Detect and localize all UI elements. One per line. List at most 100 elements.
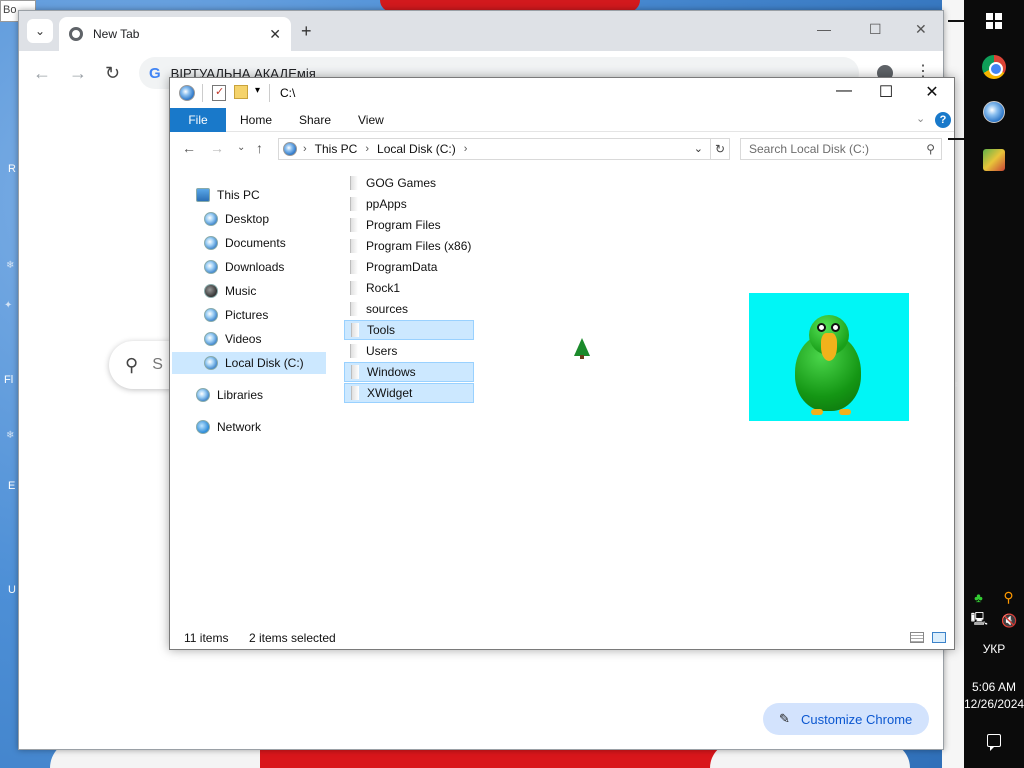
list-item[interactable]: GOG Games	[344, 173, 474, 193]
address-row: ← → ⌄ ↑ › This PC › Local Disk (C:) › ⌄ …	[170, 132, 954, 166]
breadcrumb-this-pc[interactable]: This PC	[315, 142, 358, 156]
volume-muted-icon[interactable]: 🔇	[1001, 613, 1017, 629]
start-button[interactable]	[964, 8, 1024, 34]
drive-icon	[204, 356, 218, 370]
clock-date[interactable]: 12/26/2024	[964, 697, 1024, 711]
item-count: 11 items	[184, 631, 229, 645]
breadcrumb-local-disk[interactable]: Local Disk (C:)	[377, 142, 456, 156]
file-name: GOG Games	[366, 176, 437, 190]
recent-locations-icon[interactable]: ⌄	[237, 142, 245, 153]
nav-label: Pictures	[225, 308, 269, 322]
nav-item-this-pc[interactable]: This PC	[196, 184, 326, 206]
explorer-title-bar[interactable]: ▾ C:\ — ☐ ✕	[170, 78, 954, 108]
nav-label: Music	[225, 284, 257, 298]
tab-view[interactable]: View	[358, 113, 384, 127]
forward-button[interactable]: →	[69, 63, 87, 84]
nav-item-music[interactable]: Music	[204, 280, 326, 302]
file-explorer-window[interactable]: ▾ C:\ — ☐ ✕ File Home Share View ⌄ ? ← →…	[169, 77, 955, 650]
notifications-button[interactable]	[964, 730, 1024, 751]
computer-icon	[283, 142, 297, 156]
list-item[interactable]: Users	[344, 341, 474, 361]
folder-icon	[350, 344, 358, 358]
nav-item-local-disk[interactable]: Local Disk (C:)	[172, 352, 326, 374]
notification-icon	[987, 733, 1001, 751]
file-name: ppApps	[366, 197, 407, 211]
list-item[interactable]: ppApps	[344, 194, 474, 214]
pictures-icon	[204, 308, 218, 322]
libraries-icon	[196, 388, 210, 402]
tab-file[interactable]: File	[170, 108, 226, 132]
taskbar-chrome[interactable]	[964, 52, 1024, 82]
refresh-button[interactable]: ↻	[710, 138, 730, 160]
new-folder-icon[interactable]	[234, 85, 248, 99]
list-item[interactable]: Program Files (x86)	[344, 236, 474, 256]
nav-item-videos[interactable]: Videos	[204, 328, 326, 350]
list-item[interactable]: Windows	[344, 362, 474, 382]
back-button[interactable]: ←	[33, 63, 51, 84]
list-item[interactable]: Rock1	[344, 278, 474, 298]
network-icon[interactable]: 🖳	[971, 610, 988, 632]
computer-icon	[196, 188, 210, 202]
nav-item-documents[interactable]: Documents	[204, 232, 326, 254]
reload-button[interactable]: ↻	[105, 63, 120, 84]
minimize-button[interactable]: —	[822, 82, 866, 100]
folder-icon	[350, 302, 358, 316]
clock-time[interactable]: 5:06 AM	[964, 680, 1024, 694]
preview-pane-parrot-image	[749, 293, 909, 421]
list-item[interactable]: Program Files	[344, 215, 474, 235]
close-icon[interactable]: ✕	[269, 26, 281, 43]
nav-item-network[interactable]: Network	[196, 416, 326, 438]
nav-label: Downloads	[225, 260, 285, 274]
desktop-edge-text: E	[8, 480, 16, 492]
nav-item-pictures[interactable]: Pictures	[204, 304, 326, 326]
minimize-button[interactable]: —	[817, 21, 831, 37]
nav-item-desktop[interactable]: Desktop	[204, 208, 326, 230]
nav-label: Libraries	[217, 388, 264, 402]
nav-item-libraries[interactable]: Libraries	[196, 384, 326, 406]
language-indicator[interactable]: УКР	[964, 642, 1024, 656]
list-item[interactable]: ProgramData	[344, 257, 474, 277]
desktop-edge-text: U	[8, 584, 16, 596]
tab-search-button[interactable]: ⌄	[27, 19, 53, 43]
tree-tray-icon[interactable]: ♣	[974, 590, 983, 605]
tab-new-tab[interactable]: New Tab ✕	[59, 17, 291, 51]
chevron-down-icon: ⌄	[34, 24, 46, 38]
folder-icon	[350, 197, 358, 211]
list-item[interactable]: Tools	[344, 320, 474, 340]
maximize-button[interactable]: ☐	[869, 21, 882, 38]
chevron-down-icon[interactable]: ⌄	[694, 142, 703, 155]
folder-icon	[350, 239, 358, 253]
parrot-foot	[839, 409, 851, 415]
list-item[interactable]: sources	[344, 299, 474, 319]
taskbar-explorer[interactable]	[964, 98, 1024, 126]
nav-item-downloads[interactable]: Downloads	[204, 256, 326, 278]
properties-icon[interactable]	[212, 85, 226, 101]
taskbar-app[interactable]	[964, 146, 1024, 174]
folder-icon	[350, 281, 358, 295]
address-bar[interactable]: › This PC › Local Disk (C:) › ⌄	[278, 138, 730, 160]
tab-share[interactable]: Share	[299, 113, 331, 127]
chrome-tab-icon	[69, 27, 83, 41]
tab-home[interactable]: Home	[240, 113, 272, 127]
maximize-button[interactable]: ☐	[864, 82, 908, 102]
search-tray-icon[interactable]: ⚲	[1003, 589, 1013, 606]
chevron-down-icon[interactable]: ⌄	[916, 112, 925, 125]
close-button[interactable]: ✕	[915, 21, 927, 38]
list-item[interactable]: XWidget	[344, 383, 474, 403]
file-name: Program Files	[366, 218, 441, 232]
quick-access-dropdown-icon[interactable]: ▾	[255, 85, 260, 96]
back-button[interactable]: ←	[182, 140, 196, 156]
up-button[interactable]: ↑	[256, 140, 263, 156]
search-input[interactable]: Search Local Disk (C:) ⚲	[740, 138, 942, 160]
forward-button[interactable]: →	[210, 140, 224, 156]
folder-icon	[350, 260, 358, 274]
explorer-body: This PC Desktop Documents Downloads Musi…	[170, 166, 954, 626]
navigation-pane: This PC Desktop Documents Downloads Musi…	[170, 166, 328, 626]
details-view-icon[interactable]	[910, 632, 924, 643]
folder-icon	[351, 386, 359, 400]
search-icon: ⚲	[926, 142, 935, 156]
customize-chrome-button[interactable]: ✎ Customize Chrome	[763, 703, 929, 735]
new-tab-button[interactable]: +	[301, 21, 312, 42]
nav-label: Desktop	[225, 212, 270, 226]
large-icons-view-icon[interactable]	[932, 632, 946, 643]
